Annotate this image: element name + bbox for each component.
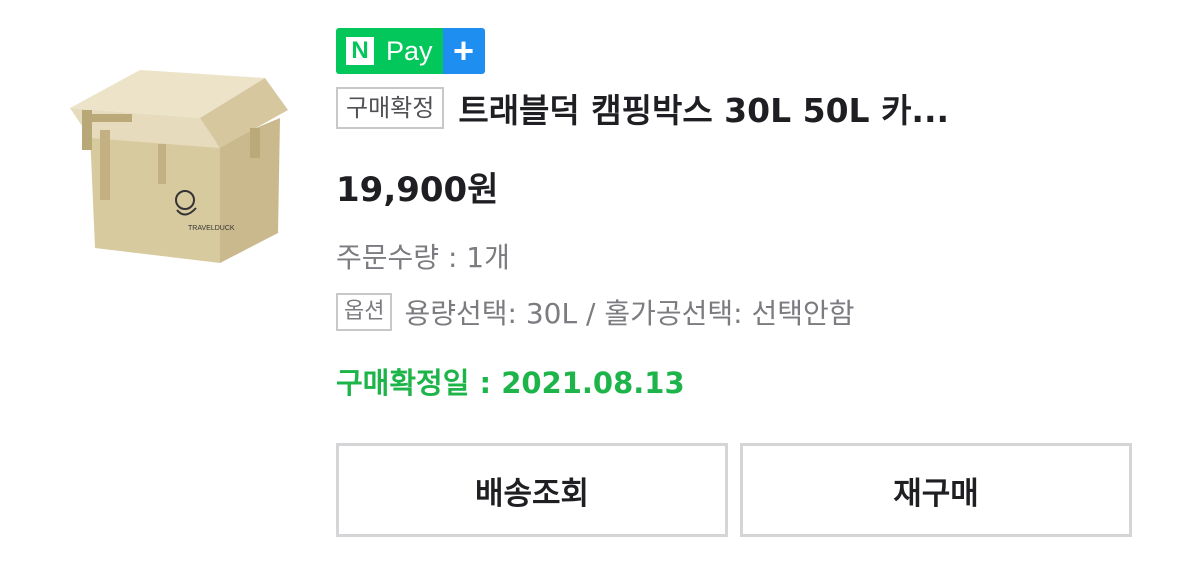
status-tag: 구매확정 [336, 87, 445, 129]
product-image[interactable]: TRAVELDUCK [40, 48, 310, 278]
option-text: 용량선택: 30L / 홀가공선택: 선택안함 [404, 297, 855, 330]
naver-pay-plus-badge: N Pay + [336, 28, 485, 74]
order-quantity: 주문수량 : 1개 [336, 241, 510, 274]
naver-n-icon: N [336, 28, 384, 74]
plus-icon: + [442, 28, 485, 74]
option-row: 옵션 용량선택: 30L / 홀가공선택: 선택안함 [336, 292, 855, 332]
pay-label: Pay [384, 28, 443, 74]
purchase-confirm-date: 구매확정일 : 2021.08.13 [336, 366, 685, 400]
product-title[interactable]: 트래블덕 캠핑박스 30L 50L 카... [458, 84, 949, 132]
product-price: 19,900원 [336, 170, 499, 210]
camping-box-image: TRAVELDUCK [70, 70, 288, 263]
box-logo-text: TRAVELDUCK [188, 225, 235, 232]
delivery-tracking-button[interactable]: 배송조회 [336, 443, 728, 537]
rebuy-button[interactable]: 재구매 [740, 443, 1132, 537]
option-tag: 옵션 [336, 293, 393, 331]
order-item-card: TRAVELDUCK N Pay + 구매확정 트래블덕 캠핑박스 30L 50… [0, 0, 1179, 586]
product-title-row: 구매확정 트래블덕 캠핑박스 30L 50L 카... [336, 82, 949, 134]
